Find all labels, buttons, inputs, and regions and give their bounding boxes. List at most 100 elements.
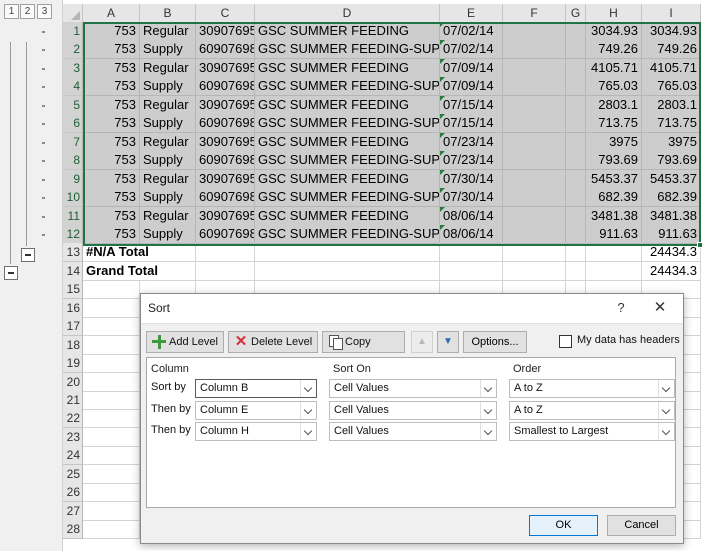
column-header-a[interactable]: A <box>83 4 140 23</box>
cell-e[interactable] <box>440 261 503 281</box>
cell-c[interactable]: 30907695 <box>196 206 255 226</box>
cell-i[interactable]: 713.75 <box>642 114 701 134</box>
cell-g[interactable] <box>566 132 586 152</box>
cell-f[interactable] <box>503 114 566 134</box>
cell-a[interactable]: 753 <box>83 224 140 244</box>
cell-f[interactable] <box>503 151 566 171</box>
row-header[interactable]: 19 <box>63 354 83 374</box>
cell-i[interactable]: 4105.71 <box>642 58 701 78</box>
cell-h[interactable]: 765.03 <box>586 77 642 97</box>
cell-b[interactable]: Supply <box>140 114 196 134</box>
cell-g[interactable] <box>566 114 586 134</box>
cell-a[interactable]: 753 <box>83 22 140 41</box>
cell-a[interactable] <box>83 391 140 410</box>
cell-e[interactable]: 07/09/14 <box>440 77 503 97</box>
row-header[interactable]: 28 <box>63 520 83 540</box>
my-data-has-headers-checkbox[interactable] <box>559 335 572 348</box>
cell-a[interactable] <box>83 409 140 429</box>
cell-b[interactable]: Regular <box>140 58 196 78</box>
cell-c[interactable]: 60907698 <box>196 224 255 244</box>
row-header[interactable]: 2 <box>63 40 83 60</box>
cell-a[interactable]: 753 <box>83 206 140 226</box>
cell-e[interactable]: 08/06/14 <box>440 224 503 244</box>
cell-i[interactable]: 2803.1 <box>642 95 701 115</box>
cell-e[interactable]: 07/02/14 <box>440 22 503 41</box>
cell-f[interactable] <box>503 261 566 281</box>
outline-level-3-button[interactable]: 3 <box>37 4 52 19</box>
cell-h[interactable]: 2803.1 <box>586 95 642 115</box>
cell-i[interactable]: 3481.38 <box>642 206 701 226</box>
column-select[interactable]: Column E <box>195 400 317 420</box>
cell-h[interactable]: 3975 <box>586 132 642 152</box>
cell-a[interactable] <box>83 298 140 318</box>
column-header-d[interactable]: D <box>255 4 440 23</box>
cell-i[interactable]: 3034.93 <box>642 22 701 41</box>
outline-level-1-button[interactable]: 1 <box>4 4 19 19</box>
cell-e[interactable]: 07/09/14 <box>440 58 503 78</box>
cell-d[interactable]: GSC SUMMER FEEDING-SUPPLY <box>255 40 440 60</box>
cell-e[interactable]: 07/23/14 <box>440 132 503 152</box>
row-header[interactable]: 6 <box>63 114 83 134</box>
cell-a[interactable] <box>83 427 140 447</box>
cell-a[interactable]: 753 <box>83 132 140 152</box>
cell-d[interactable]: GSC SUMMER FEEDING-SUPPLY <box>255 77 440 97</box>
select-all-corner[interactable] <box>63 4 83 23</box>
row-header[interactable]: 23 <box>63 427 83 447</box>
cell-g[interactable] <box>566 169 586 189</box>
column-header-e[interactable]: E <box>440 4 503 23</box>
cell-g[interactable] <box>566 77 586 97</box>
cell-h[interactable]: 3034.93 <box>586 22 642 41</box>
cell-a[interactable]: 753 <box>83 58 140 78</box>
cell-f[interactable] <box>503 22 566 41</box>
close-button[interactable]: ✕ <box>649 298 671 318</box>
cell-c[interactable] <box>196 261 255 281</box>
cell-a[interactable]: 753 <box>83 40 140 60</box>
cell-a[interactable]: 753 <box>83 151 140 171</box>
row-header[interactable]: 14 <box>63 261 83 281</box>
cell-f[interactable] <box>503 132 566 152</box>
copy-level-button[interactable]: Copy Level <box>322 331 405 368</box>
column-header-b[interactable]: B <box>140 4 196 23</box>
cell-b[interactable]: Regular <box>140 206 196 226</box>
cell-g[interactable] <box>566 58 586 78</box>
sort-on-select[interactable]: Cell Values <box>329 400 497 420</box>
cell-c[interactable]: 60907698 <box>196 151 255 171</box>
cell-e[interactable] <box>440 243 503 263</box>
row-header[interactable]: 4 <box>63 77 83 97</box>
collapse-group-button[interactable] <box>4 266 18 280</box>
cell-g[interactable] <box>566 151 586 171</box>
row-header[interactable]: 20 <box>63 372 83 392</box>
cell-f[interactable] <box>503 40 566 60</box>
cell-b[interactable]: Supply <box>140 77 196 97</box>
cell-h[interactable]: 793.69 <box>586 151 642 171</box>
cell-b[interactable]: Supply <box>140 188 196 208</box>
move-down-button[interactable]: ▼ <box>437 331 459 353</box>
cell-g[interactable] <box>566 22 586 41</box>
cell-g[interactable] <box>566 95 586 115</box>
cell-a[interactable] <box>83 335 140 355</box>
cell-e[interactable]: 07/15/14 <box>440 114 503 134</box>
cell-h[interactable]: 713.75 <box>586 114 642 134</box>
cell-f[interactable] <box>503 169 566 189</box>
cell-f[interactable] <box>503 77 566 97</box>
cell-a[interactable] <box>83 501 140 521</box>
cell-h[interactable] <box>586 243 642 263</box>
cell-c[interactable]: 30907695 <box>196 22 255 41</box>
cell-i[interactable]: 793.69 <box>642 151 701 171</box>
cell-f[interactable] <box>503 224 566 244</box>
order-select[interactable]: Smallest to Largest <box>509 422 675 441</box>
total-value-cell[interactable]: 24434.3 <box>642 243 701 263</box>
delete-level-button[interactable]: ✕ Delete Level <box>228 331 318 353</box>
cell-b[interactable]: Supply <box>140 151 196 171</box>
help-button[interactable]: ? <box>611 298 631 318</box>
order-select[interactable]: A to Z <box>509 400 675 420</box>
cell-a[interactable]: 753 <box>83 95 140 115</box>
move-up-button[interactable]: ▲ <box>411 331 433 353</box>
row-header[interactable]: 15 <box>63 280 83 300</box>
cell-i[interactable]: 911.63 <box>642 224 701 244</box>
cell-c[interactable]: 60907698 <box>196 188 255 208</box>
cell-b[interactable]: Supply <box>140 224 196 244</box>
cell-d[interactable]: GSC SUMMER FEEDING <box>255 22 440 41</box>
cell-a[interactable] <box>83 520 140 540</box>
column-select[interactable]: Column H <box>195 422 317 441</box>
